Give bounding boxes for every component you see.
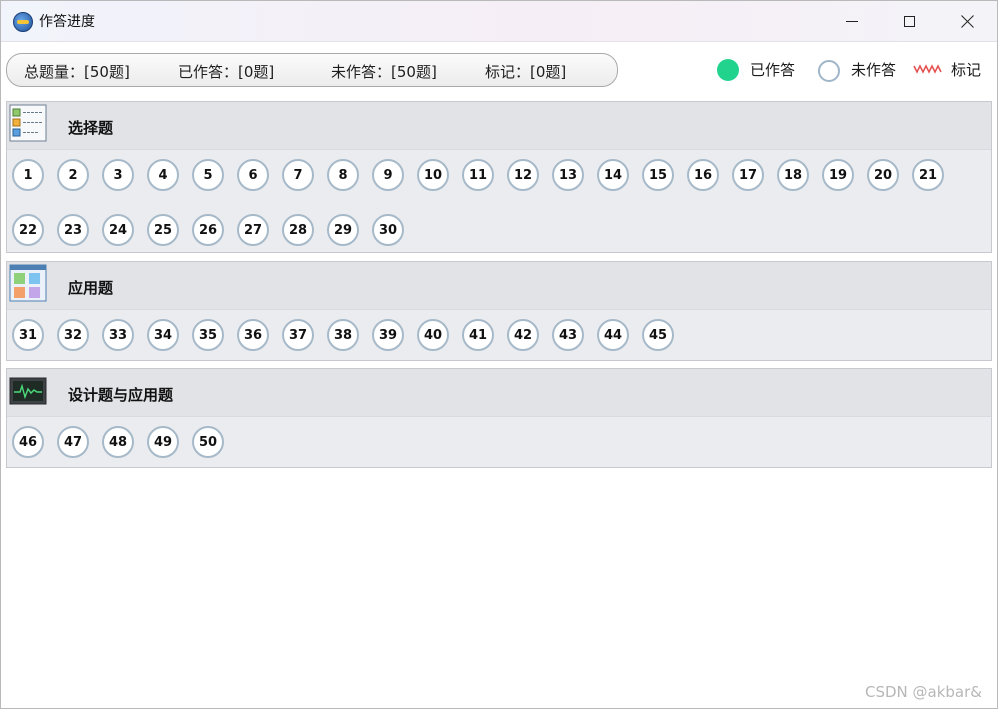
app-logo-icon xyxy=(13,12,33,32)
section-header: 设计题与应用题 xyxy=(7,369,991,417)
question-button[interactable]: 39 xyxy=(372,319,404,351)
question-button[interactable]: 40 xyxy=(417,319,449,351)
question-button[interactable]: 17 xyxy=(732,159,764,191)
question-button[interactable]: 2 xyxy=(57,159,89,191)
question-button[interactable]: 41 xyxy=(462,319,494,351)
question-button[interactable]: 42 xyxy=(507,319,539,351)
monitor-chart-icon xyxy=(9,377,47,405)
question-button[interactable]: 48 xyxy=(102,426,134,458)
section-application: 应用题 31 32 33 34 35 36 37 38 39 40 41 42 43 44 45 xyxy=(6,261,992,361)
question-button[interactable]: 7 xyxy=(282,159,314,191)
question-button[interactable]: 9 xyxy=(372,159,404,191)
maximize-icon xyxy=(904,16,915,27)
question-button[interactable]: 45 xyxy=(642,319,674,351)
unanswered-legend-label: 未作答 xyxy=(851,61,897,79)
question-button[interactable]: 24 xyxy=(102,214,134,246)
section-title: 选择题 xyxy=(68,119,114,137)
question-button[interactable]: 6 xyxy=(237,159,269,191)
question-button[interactable]: 11 xyxy=(462,159,494,191)
answered-count: 已作答：[0题] xyxy=(178,63,275,81)
close-button[interactable] xyxy=(939,1,997,41)
unanswered-legend-icon xyxy=(818,60,840,82)
marked-legend-label: 标记 xyxy=(951,61,982,79)
question-button[interactable]: 46 xyxy=(12,426,44,458)
summary-bar: 总题量：[50题] 已作答：[0题] 未作答：[50题] 标记：[0题] xyxy=(6,53,618,87)
question-button[interactable]: 27 xyxy=(237,214,269,246)
answered-legend-icon xyxy=(717,59,739,81)
question-button[interactable]: 44 xyxy=(597,319,629,351)
question-button[interactable]: 47 xyxy=(57,426,89,458)
section-design-application: 设计题与应用题 46 47 48 49 50 xyxy=(6,368,992,468)
question-button[interactable]: 13 xyxy=(552,159,584,191)
question-button[interactable]: 22 xyxy=(12,214,44,246)
question-button[interactable]: 49 xyxy=(147,426,179,458)
marked-legend-wave-icon xyxy=(913,64,942,74)
question-button[interactable]: 3 xyxy=(102,159,134,191)
section-title: 应用题 xyxy=(68,279,114,297)
section-header: 选择题 xyxy=(7,102,991,150)
question-button[interactable]: 5 xyxy=(192,159,224,191)
maximize-button[interactable] xyxy=(881,1,939,41)
question-button[interactable]: 37 xyxy=(282,319,314,351)
question-button[interactable]: 19 xyxy=(822,159,854,191)
question-button[interactable]: 26 xyxy=(192,214,224,246)
question-button[interactable]: 16 xyxy=(687,159,719,191)
answered-legend-label: 已作答 xyxy=(750,61,796,79)
question-button[interactable]: 25 xyxy=(147,214,179,246)
unanswered-count: 未作答：[50题] xyxy=(331,63,437,81)
question-button[interactable]: 12 xyxy=(507,159,539,191)
section-multiple-choice: 选择题 1 2 3 4 5 6 7 8 9 10 11 12 13 14 15 16 17 18 19 20 21 22 2… xyxy=(6,101,992,253)
question-button[interactable]: 23 xyxy=(57,214,89,246)
question-button[interactable]: 30 xyxy=(372,214,404,246)
question-button[interactable]: 18 xyxy=(777,159,809,191)
marked-count: 标记：[0题] xyxy=(485,63,567,81)
question-button[interactable]: 8 xyxy=(327,159,359,191)
question-button[interactable]: 21 xyxy=(912,159,944,191)
question-button[interactable]: 28 xyxy=(282,214,314,246)
question-button[interactable]: 32 xyxy=(57,319,89,351)
question-button[interactable]: 14 xyxy=(597,159,629,191)
watermark: CSDN @akbar& xyxy=(865,683,982,701)
question-button[interactable]: 36 xyxy=(237,319,269,351)
question-button[interactable]: 15 xyxy=(642,159,674,191)
question-button[interactable]: 35 xyxy=(192,319,224,351)
question-button[interactable]: 31 xyxy=(12,319,44,351)
question-button[interactable]: 33 xyxy=(102,319,134,351)
question-button[interactable]: 29 xyxy=(327,214,359,246)
question-button[interactable]: 1 xyxy=(12,159,44,191)
minimize-button[interactable] xyxy=(823,1,881,41)
window-title: 作答进度 xyxy=(39,14,95,30)
section-title: 设计题与应用题 xyxy=(68,386,174,404)
question-button[interactable]: 20 xyxy=(867,159,899,191)
question-button[interactable]: 34 xyxy=(147,319,179,351)
title-bar: 作答进度 xyxy=(1,1,997,42)
checklist-icon xyxy=(9,104,47,142)
app-grid-icon xyxy=(9,264,47,302)
section-header: 应用题 xyxy=(7,262,991,310)
total-count: 总题量：[50题] xyxy=(24,63,130,81)
close-icon xyxy=(960,14,975,29)
minimize-icon xyxy=(846,21,858,22)
question-button[interactable]: 10 xyxy=(417,159,449,191)
progress-window: 作答进度 总题量：[50题] 已作答：[0题] 未作答：[50题] 标记：[0题… xyxy=(0,0,998,709)
question-button[interactable]: 43 xyxy=(552,319,584,351)
question-button[interactable]: 4 xyxy=(147,159,179,191)
question-button[interactable]: 38 xyxy=(327,319,359,351)
question-button[interactable]: 50 xyxy=(192,426,224,458)
